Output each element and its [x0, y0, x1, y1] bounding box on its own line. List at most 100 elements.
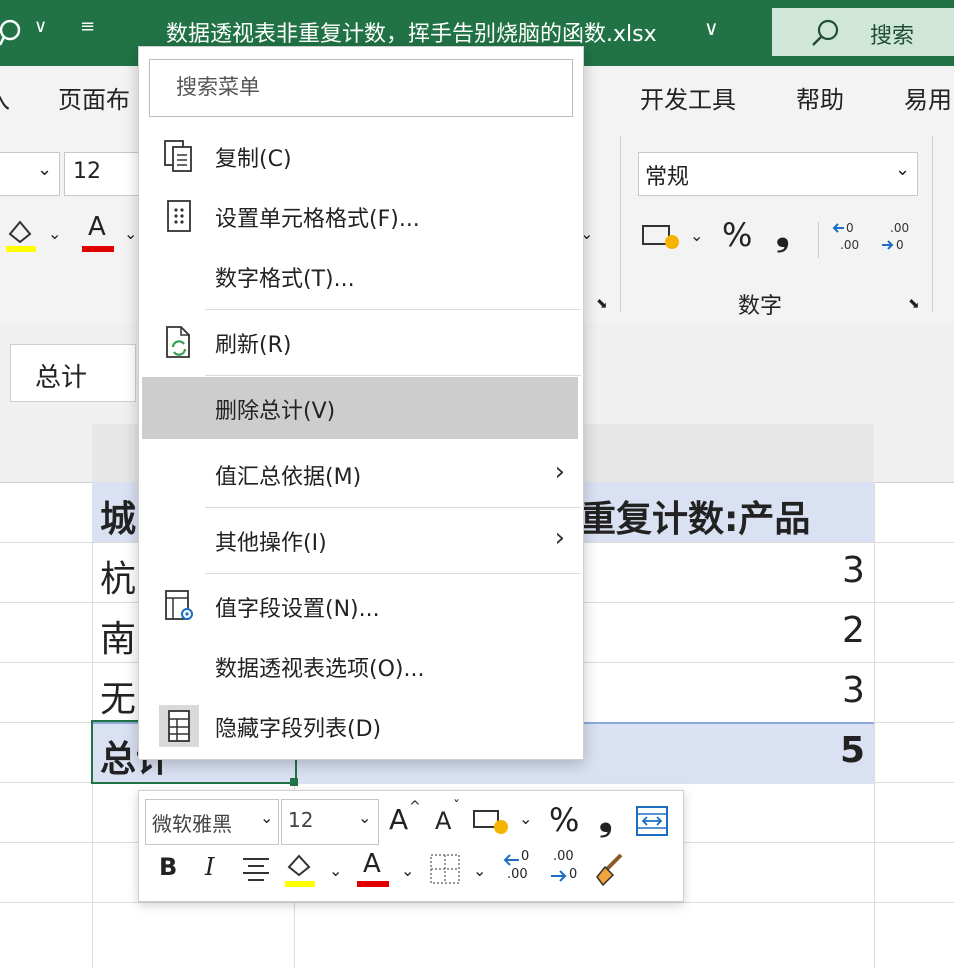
menu-item-label: 设置单元格格式(F)... [215, 207, 420, 232]
menu-separator [205, 309, 581, 310]
mini-font-size-value: 12 [288, 808, 314, 832]
caret-down-icon: ˇ [453, 799, 460, 815]
menu-item-hide-field-list[interactable]: 隐藏字段列表(D) [139, 695, 583, 757]
mini-comma-button[interactable]: ❟ [599, 799, 612, 839]
menu-item-copy[interactable]: 复制(C) [139, 125, 583, 187]
chevron-down-icon[interactable]: ⌄ [690, 226, 703, 245]
row-labels-header[interactable]: 城 [100, 490, 136, 542]
mini-font-size-dropdown[interactable]: 12 ⌄ [281, 799, 379, 845]
menu-separator [205, 573, 581, 574]
city-cell-1[interactable]: 杭 [100, 550, 136, 602]
menu-item-label: 数字格式(T)... [215, 267, 355, 292]
accounting-format-icon[interactable] [473, 807, 511, 837]
font-color-button[interactable]: A [357, 849, 391, 891]
grow-font-button[interactable]: A ^ [389, 799, 423, 841]
chevron-down-icon: ⌄ [37, 159, 53, 180]
menu-item-refresh[interactable]: 刷新(R) [139, 311, 583, 373]
menu-item-pivot-options[interactable]: 数据透视表选项(O)... [139, 635, 583, 697]
chevron-down-icon[interactable]: ⌄ [48, 224, 61, 243]
menu-item-label: 值字段设置(N)... [215, 597, 380, 622]
distinct-count-header[interactable]: 重复计数:产品 [580, 490, 810, 542]
count-cell-3[interactable]: 3 [842, 670, 865, 711]
menu-item-number-format[interactable]: 数字格式(T)... [139, 245, 583, 307]
increase-decimal-icon[interactable]: 0 .00 [832, 218, 868, 254]
menu-item-label: 数据透视表选项(O)... [215, 657, 425, 682]
chevron-down-icon: ⌄ [260, 808, 274, 827]
mini-font-name-dropdown[interactable]: 微软雅黑 ⌄ [145, 799, 279, 845]
name-box[interactable]: 总计 [10, 344, 136, 402]
city-cell-3[interactable]: 无 [100, 670, 136, 722]
number-format-dropdown[interactable]: 常规 ⌄ [638, 152, 918, 196]
font-name-dropdown[interactable]: ⌄ [0, 152, 60, 196]
menu-item-more-actions[interactable]: 其他操作(I) › [139, 509, 583, 571]
merge-center-icon[interactable] [635, 805, 669, 837]
dialog-launcher-icon[interactable]: ⬊ [596, 296, 608, 312]
menu-item-label: 隐藏字段列表(D) [215, 717, 382, 742]
percent-style-button[interactable]: % [722, 216, 752, 254]
tab-page-layout[interactable]: 页面布 [58, 80, 130, 115]
tab-help[interactable]: 帮助 [796, 80, 844, 115]
count-cell-2[interactable]: 2 [842, 610, 865, 651]
menu-separator [205, 375, 581, 376]
accounting-format-icon[interactable] [642, 222, 682, 252]
chevron-down-icon: ⌄ [358, 808, 372, 827]
refresh-icon [166, 326, 190, 358]
mini-toolbar: 微软雅黑 ⌄ 12 ⌄ A ^ A ˇ ⌄ % ❟ B I ⌄ A ⌄ ⌄ 0 … [138, 790, 684, 902]
menu-item-remove-grand-total[interactable]: 删除总计(V) [142, 377, 578, 439]
mini-percent-button[interactable]: % [549, 801, 579, 839]
city-cell-2[interactable]: 南 [100, 610, 136, 662]
menu-item-value-field-settings[interactable]: 值字段设置(N)... [139, 575, 583, 637]
tab-accessibility[interactable]: 易用 [904, 80, 952, 115]
menu-search-field[interactable] [149, 59, 573, 117]
menu-search-input[interactable] [174, 60, 558, 114]
menu-item-label: 其他操作(I) [215, 531, 327, 556]
decrease-decimal-icon[interactable]: .00 0 [880, 218, 916, 254]
increase-decimal-button[interactable]: 0 .00 [501, 849, 537, 887]
chevron-down-icon[interactable]: ⌄ [519, 809, 532, 828]
chevron-down-icon[interactable]: ⌄ [473, 861, 486, 880]
menu-item-summarize-values-by[interactable]: 值汇总依据(M) › [139, 443, 583, 505]
qat-chevron-icon[interactable]: ∨ [34, 16, 47, 37]
menu-item-format-cells[interactable]: 设置单元格格式(F)... [139, 185, 583, 247]
borders-icon[interactable] [429, 853, 461, 885]
fill-color-icon[interactable] [283, 851, 317, 889]
font-size-dropdown[interactable]: 12 [64, 152, 142, 196]
chevron-down-icon[interactable]: ⌄ [329, 861, 342, 880]
bold-button[interactable]: B [159, 853, 177, 881]
number-group-label: 数字 [738, 294, 783, 319]
chevron-down-icon: ⌄ [895, 159, 911, 180]
search-box[interactable]: 搜索 [772, 8, 954, 56]
column-header-left[interactable] [0, 424, 93, 483]
font-size-value: 12 [73, 159, 101, 184]
font-color-icon[interactable]: A [82, 212, 116, 254]
menu-item-label: 刷新(R) [215, 333, 292, 358]
tab-developer[interactable]: 开发工具 [640, 80, 736, 115]
fill-handle[interactable] [290, 778, 298, 786]
context-menu: 复制(C) 设置单元格格式(F)... 数字格式(T)... 刷新(R) 删除总… [138, 46, 584, 760]
title-chevron-icon[interactable]: ∨ [704, 16, 719, 40]
grand-total-value[interactable]: 5 [840, 730, 865, 771]
comma-style-button[interactable]: ❟ [776, 214, 789, 254]
dialog-launcher-icon[interactable]: ⬊ [908, 296, 920, 312]
svg-text:0: 0 [896, 238, 904, 252]
tab-insert[interactable]: 入 [0, 80, 10, 115]
decrease-decimal-button[interactable]: .00 0 [549, 849, 585, 887]
italic-button[interactable]: I [205, 853, 214, 881]
search-icon [812, 19, 839, 46]
align-center-icon[interactable] [241, 855, 271, 885]
count-cell-1[interactable]: 3 [842, 550, 865, 591]
format-cells-icon [167, 200, 191, 232]
chevron-down-icon[interactable]: ⌄ [401, 861, 414, 880]
search-icon[interactable] [0, 18, 26, 48]
format-painter-icon[interactable] [593, 851, 629, 887]
column-header-c[interactable] [874, 424, 954, 483]
menu-item-label: 复制(C) [215, 147, 292, 172]
field-list-icon [168, 710, 190, 742]
shrink-font-button[interactable]: A ˇ [433, 799, 467, 841]
copy-icon [164, 140, 192, 172]
fill-color-icon[interactable] [4, 216, 38, 254]
chevron-down-icon[interactable]: ⌄ [124, 224, 137, 243]
qat-customize-icon[interactable]: ≡ [80, 16, 95, 37]
svg-text:.00: .00 [890, 221, 909, 235]
caret-up-icon: ^ [409, 799, 421, 815]
